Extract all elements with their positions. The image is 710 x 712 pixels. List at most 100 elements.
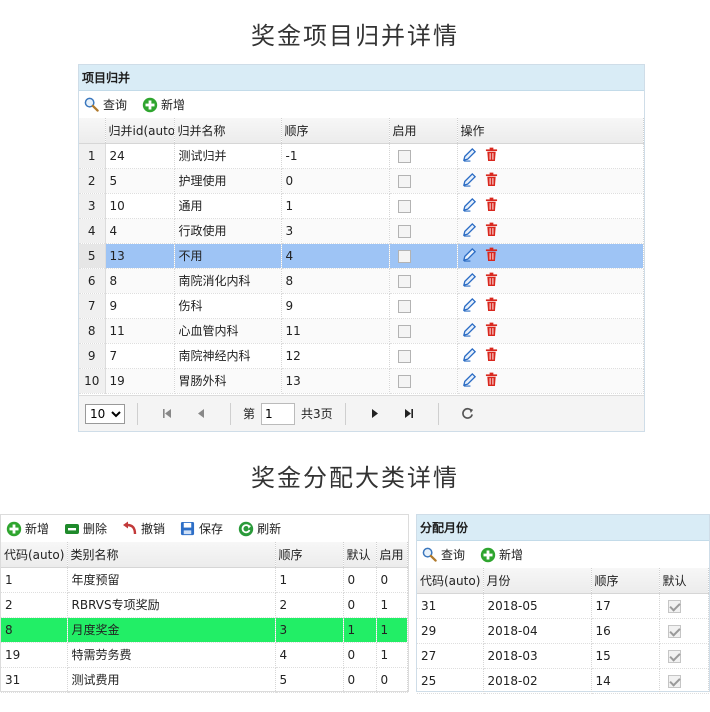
rownum-header bbox=[79, 118, 106, 144]
table-row[interactable]: 9 7 南院神经内科 12 bbox=[79, 343, 644, 369]
trash-icon[interactable] bbox=[485, 297, 498, 315]
edit-icon[interactable] bbox=[462, 147, 477, 165]
query-button[interactable]: 查询 bbox=[83, 96, 127, 113]
row-number: 7 bbox=[79, 293, 106, 319]
category-save-button[interactable]: 保存 bbox=[179, 520, 223, 537]
edit-icon[interactable] bbox=[462, 272, 477, 290]
order-cell: 17 bbox=[591, 593, 660, 619]
enabled-checkbox[interactable] bbox=[397, 174, 411, 188]
current-page-input[interactable] bbox=[261, 402, 296, 425]
default-checkbox[interactable] bbox=[667, 599, 681, 613]
merge-panel-header: 项目归并 bbox=[79, 65, 644, 91]
trash-icon[interactable] bbox=[485, 247, 498, 265]
default-checkbox[interactable] bbox=[667, 674, 681, 688]
table-row[interactable]: 25 2018-02 14 bbox=[417, 668, 709, 694]
month-cell: 2018-05 bbox=[483, 593, 592, 619]
order-cell: 15 bbox=[591, 643, 660, 669]
table-row[interactable]: 31 2018-05 17 bbox=[417, 593, 709, 619]
edit-icon[interactable] bbox=[462, 372, 477, 390]
column-header[interactable]: 类别名称 bbox=[67, 542, 276, 568]
table-row[interactable]: 5 13 不用 4 bbox=[79, 243, 644, 269]
edit-icon[interactable] bbox=[462, 297, 477, 315]
column-header[interactable]: 归并名称 bbox=[174, 118, 282, 144]
enabled-cell bbox=[389, 143, 458, 169]
table-row[interactable]: 19 特需劳务费 4 0 1 bbox=[1, 642, 408, 668]
column-header[interactable]: 顺序 bbox=[281, 118, 390, 144]
table-row[interactable]: 6 8 南院消化内科 8 bbox=[79, 268, 644, 294]
category-undo-button[interactable]: 撤销 bbox=[121, 520, 165, 537]
enabled-checkbox[interactable] bbox=[397, 324, 411, 338]
code-cell: 19 bbox=[1, 642, 68, 668]
table-row[interactable]: 2 5 护理使用 0 bbox=[79, 168, 644, 194]
table-row[interactable]: 8 月度奖金 3 1 1 bbox=[1, 617, 408, 643]
column-header[interactable]: 代码(auto) bbox=[1, 542, 68, 568]
enabled-checkbox[interactable] bbox=[397, 149, 411, 163]
column-header[interactable]: 默认 bbox=[659, 568, 709, 594]
edit-icon[interactable] bbox=[462, 197, 477, 215]
enabled-checkbox[interactable] bbox=[397, 274, 411, 288]
table-row[interactable]: 10 19 胃肠外科 13 bbox=[79, 368, 644, 394]
column-header[interactable]: 操作 bbox=[457, 118, 644, 144]
enabled-checkbox[interactable] bbox=[397, 199, 411, 213]
merge-panel: 项目归并 查询 新增 归并id(auto) 归并名称 顺序 启用 操作 1 24… bbox=[78, 64, 645, 432]
table-row[interactable]: 7 9 伤科 9 bbox=[79, 293, 644, 319]
trash-icon[interactable] bbox=[485, 347, 498, 365]
table-row[interactable]: 29 2018-04 16 bbox=[417, 618, 709, 644]
column-header[interactable]: 启用 bbox=[376, 542, 408, 568]
pager-separator bbox=[344, 402, 346, 425]
edit-icon[interactable] bbox=[462, 222, 477, 240]
enabled-checkbox[interactable] bbox=[397, 349, 411, 363]
edit-icon[interactable] bbox=[462, 322, 477, 340]
column-header[interactable]: 顺序 bbox=[275, 542, 344, 568]
table-row[interactable]: 8 11 心血管内科 11 bbox=[79, 318, 644, 344]
table-row[interactable]: 1 24 测试归并 -1 bbox=[79, 143, 644, 169]
table-row[interactable]: 31 测试费用 5 0 0 bbox=[1, 667, 408, 693]
category-delete-button[interactable]: 删除 bbox=[63, 520, 107, 537]
column-header[interactable]: 启用 bbox=[389, 118, 458, 144]
trash-icon[interactable] bbox=[485, 197, 498, 215]
column-header[interactable]: 代码(auto) bbox=[417, 568, 484, 594]
add-button[interactable]: 新增 bbox=[141, 96, 185, 113]
enabled-checkbox[interactable] bbox=[397, 299, 411, 313]
trash-icon[interactable] bbox=[485, 147, 498, 165]
merge-section-title: 奖金项目归并详情 bbox=[251, 22, 459, 50]
trash-icon[interactable] bbox=[485, 222, 498, 240]
category-add-button[interactable]: 新增 bbox=[5, 520, 49, 537]
enabled-checkbox[interactable] bbox=[397, 224, 411, 238]
edit-icon[interactable] bbox=[462, 347, 477, 365]
enabled-checkbox[interactable] bbox=[397, 374, 411, 388]
trash-icon[interactable] bbox=[485, 322, 498, 340]
reload-button[interactable] bbox=[459, 405, 477, 423]
column-header[interactable]: 顺序 bbox=[591, 568, 660, 594]
table-row[interactable]: 3 10 通用 1 bbox=[79, 193, 644, 219]
table-row[interactable]: 27 2018-03 15 bbox=[417, 643, 709, 669]
order-cell: 12 bbox=[281, 343, 390, 369]
table-row[interactable]: 2 RBRVS专项奖励 2 0 1 bbox=[1, 592, 408, 618]
enabled-checkbox[interactable] bbox=[397, 249, 411, 263]
merge-name-cell: 护理使用 bbox=[174, 168, 282, 194]
category-name-cell: 测试费用 bbox=[67, 667, 276, 693]
table-row[interactable]: 1 年度预留 1 0 0 bbox=[1, 567, 408, 593]
month-add-button[interactable]: 新增 bbox=[479, 546, 523, 563]
first-page-button[interactable] bbox=[158, 405, 176, 423]
column-header[interactable]: 月份 bbox=[483, 568, 592, 594]
page-size-select[interactable]: 10 bbox=[85, 403, 125, 424]
trash-icon[interactable] bbox=[485, 172, 498, 190]
trash-icon[interactable] bbox=[485, 272, 498, 290]
table-row[interactable]: 4 4 行政使用 3 bbox=[79, 218, 644, 244]
default-checkbox[interactable] bbox=[667, 624, 681, 638]
order-cell: 16 bbox=[591, 618, 660, 644]
column-header[interactable]: 归并id(auto) bbox=[105, 118, 175, 144]
actions-cell bbox=[457, 168, 644, 194]
last-page-button[interactable] bbox=[400, 405, 418, 423]
column-header[interactable]: 默认 bbox=[343, 542, 377, 568]
prev-page-button[interactable] bbox=[192, 405, 210, 423]
next-page-button[interactable] bbox=[366, 405, 384, 423]
default-checkbox[interactable] bbox=[667, 649, 681, 663]
row-number: 10 bbox=[79, 368, 106, 394]
month-query-button[interactable]: 查询 bbox=[421, 546, 465, 563]
trash-icon[interactable] bbox=[485, 372, 498, 390]
category-refresh-button[interactable]: 刷新 bbox=[237, 520, 281, 537]
edit-icon[interactable] bbox=[462, 172, 477, 190]
edit-icon[interactable] bbox=[462, 247, 477, 265]
